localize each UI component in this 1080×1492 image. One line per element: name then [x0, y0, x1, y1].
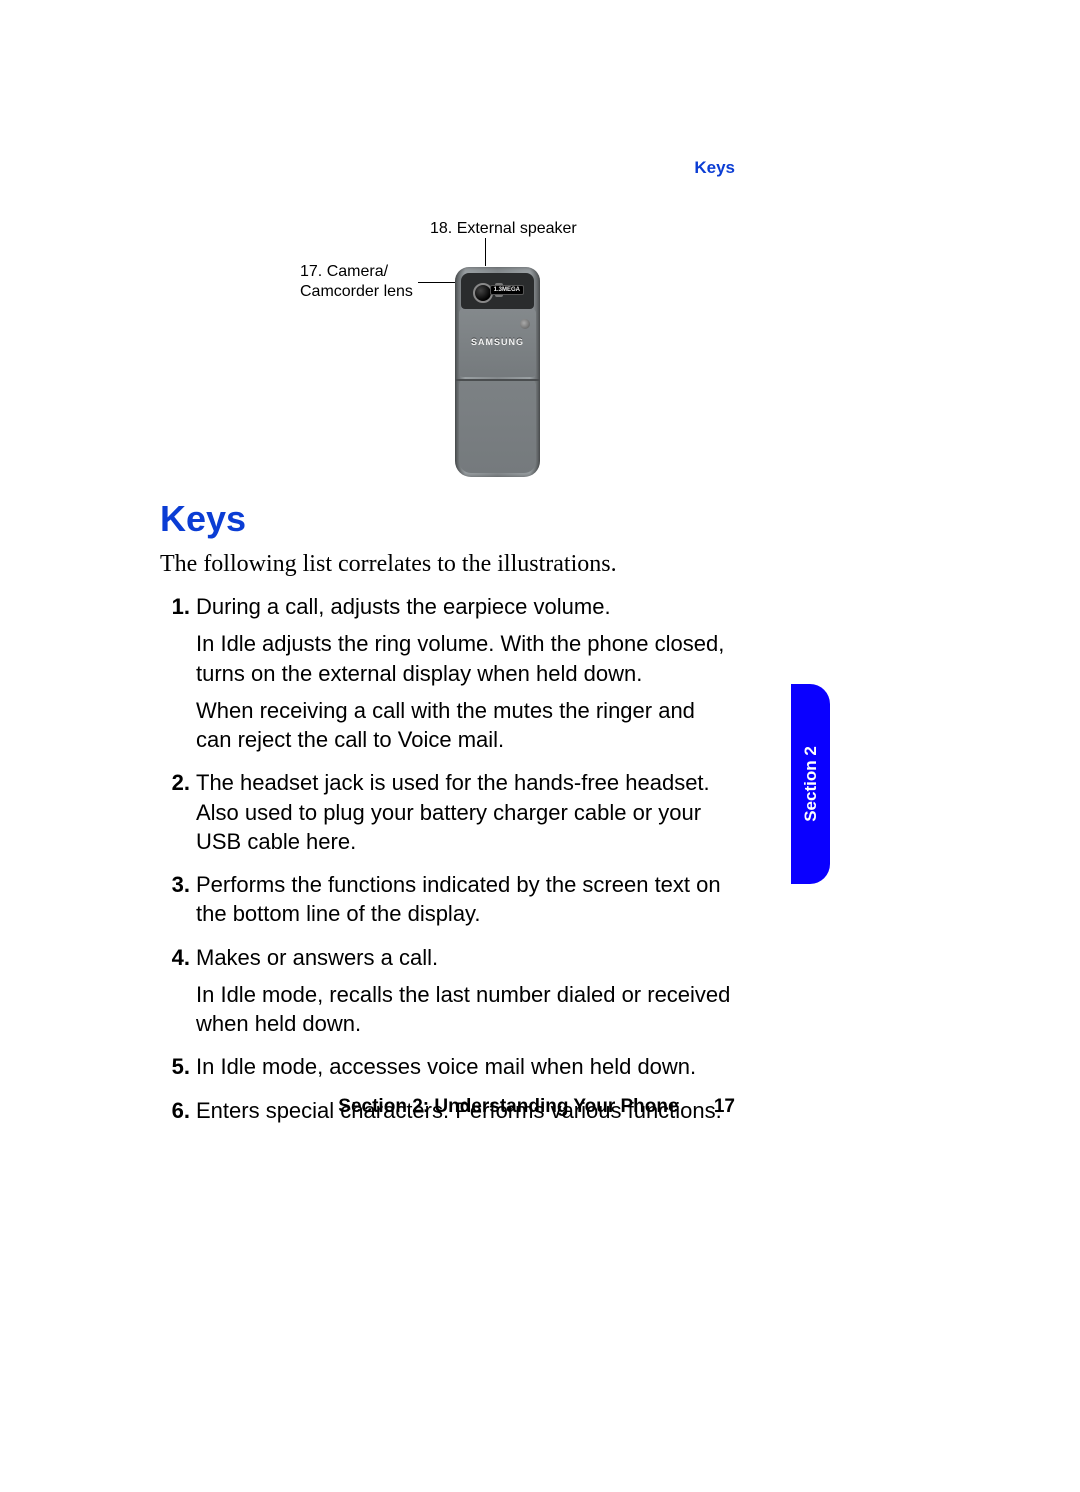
running-header: Keys	[694, 158, 735, 178]
keys-list: 1.During a call, adjusts the earpiece vo…	[160, 586, 735, 1133]
phone-diagram: 18. External speaker 17. Camera/ Camcord…	[300, 220, 700, 490]
list-item-paragraph: The headset jack is used for the hands-f…	[196, 768, 735, 856]
list-item-paragraph: In Idle adjusts the ring volume. With th…	[196, 629, 735, 688]
screw-icon	[520, 319, 530, 329]
phone-top-panel: 1.3MEGA	[461, 273, 534, 309]
list-item-paragraph: Performs the functions indicated by the …	[196, 870, 735, 929]
phone-body: 1.3MEGA SAMSUNG	[455, 267, 540, 477]
leader-line-17	[418, 282, 460, 283]
list-item-number: 3.	[160, 870, 196, 937]
phone-lower-panel	[459, 381, 536, 473]
manual-page: Keys 18. External speaker 17. Camera/ Ca…	[0, 0, 1080, 1492]
footer-section-title: Section 2: Understanding Your Phone	[338, 1096, 678, 1117]
list-item-paragraph: In Idle mode, accesses voice mail when h…	[196, 1052, 735, 1081]
list-item-paragraph: Makes or answers a call.	[196, 943, 735, 972]
leader-line-18	[485, 238, 486, 266]
list-item-text: Makes or answers a call. In Idle mode, re…	[196, 943, 735, 1047]
brand-label: SAMSUNG	[455, 337, 540, 347]
label-external-speaker: 18. External speaker	[430, 220, 577, 238]
list-item-text: During a call, adjusts the earpiece volu…	[196, 592, 735, 762]
list-item: 3.Performs the functions indicated by th…	[160, 870, 735, 937]
label-camera-lens: 17. Camera/ Camcorder lens	[300, 262, 413, 302]
megapixel-badge: 1.3MEGA	[490, 285, 524, 295]
page-number: 17	[714, 1096, 735, 1118]
list-item-paragraph: During a call, adjusts the earpiece volu…	[196, 592, 735, 621]
list-item: 4.Makes or answers a call. In Idle mode, …	[160, 943, 735, 1047]
list-item-number: 5.	[160, 1052, 196, 1089]
list-item-number: 2.	[160, 768, 196, 864]
section-heading: Keys	[160, 498, 246, 540]
phone-illustration: 1.3MEGA SAMSUNG	[455, 267, 540, 477]
list-item-paragraph: When receiving a call with the mutes the…	[196, 696, 735, 755]
intro-text: The following list correlates to the ill…	[160, 551, 617, 578]
list-item-number: 1.	[160, 592, 196, 762]
list-item-text: In Idle mode, accesses voice mail when h…	[196, 1052, 735, 1089]
section-tab: Section 2	[791, 684, 830, 884]
list-item-text: Performs the functions indicated by the …	[196, 870, 735, 937]
section-tab-label: Section 2	[801, 746, 821, 822]
list-item-number: 4.	[160, 943, 196, 1047]
list-item: 2.The headset jack is used for the hands…	[160, 768, 735, 864]
list-item: 1.During a call, adjusts the earpiece vo…	[160, 592, 735, 762]
page-footer: Section 2: Understanding Your Phone 17	[160, 1096, 735, 1118]
list-item-paragraph: In Idle mode, recalls the last number di…	[196, 980, 735, 1039]
list-item: 5.In Idle mode, accesses voice mail when…	[160, 1052, 735, 1089]
list-item-text: The headset jack is used for the hands-f…	[196, 768, 735, 864]
